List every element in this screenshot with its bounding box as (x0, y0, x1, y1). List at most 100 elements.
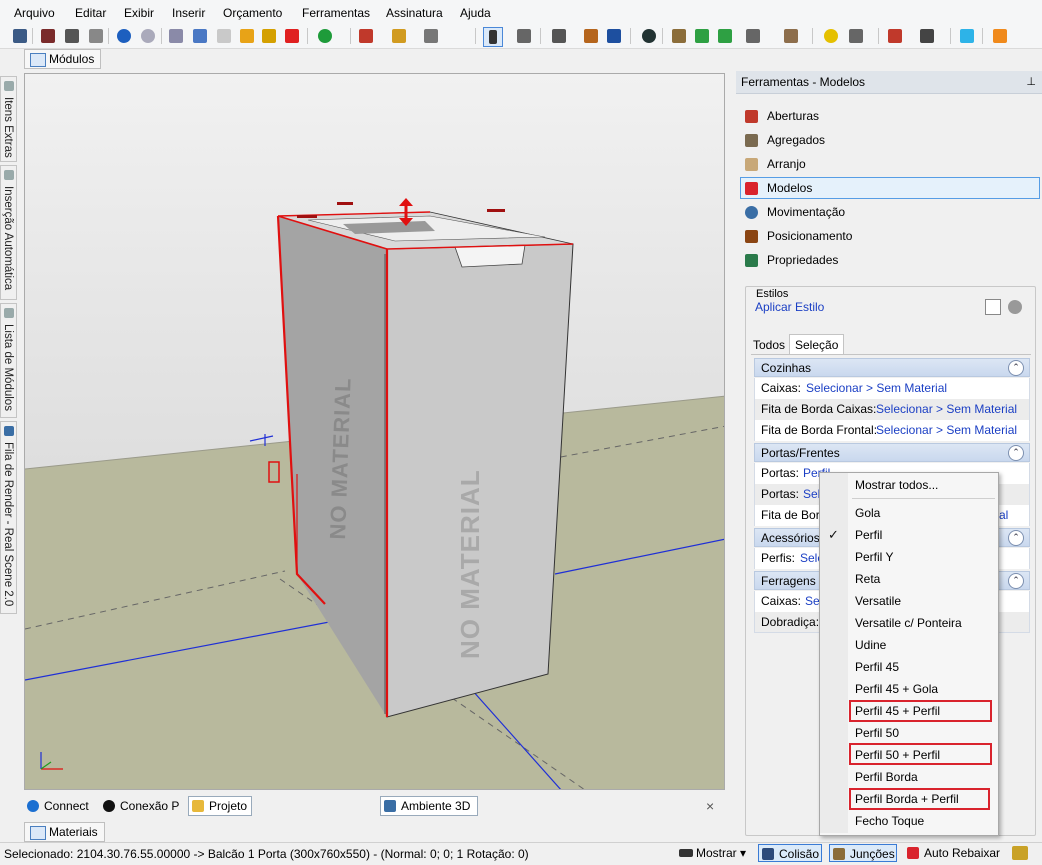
dropdown-item-perfil[interactable]: ✓ Perfil (820, 524, 996, 546)
list-icon[interactable] (918, 27, 936, 45)
view-3d-icon[interactable] (605, 27, 623, 45)
menu-inserir[interactable]: Inserir (172, 6, 205, 20)
tool-agregados[interactable]: Agregados (740, 129, 1040, 151)
side-tab-insercao-automatica[interactable]: Inserção Automática (0, 165, 17, 300)
dropdown-item-perfil-borda[interactable]: Perfil Borda (820, 766, 996, 788)
render-icon[interactable] (39, 27, 57, 45)
collapse-icon[interactable]: ⌃ (1008, 530, 1024, 546)
fita-borda-portas-link[interactable]: al (999, 505, 1008, 526)
tab-todos[interactable]: Todos (753, 338, 785, 352)
measure-icon[interactable] (515, 27, 533, 45)
shape-icon[interactable] (422, 27, 440, 45)
tab-connect[interactable]: Connect (24, 797, 93, 815)
delete-icon[interactable] (283, 27, 301, 45)
arrow-right-icon[interactable] (716, 27, 734, 45)
panel-title-bar: Ferramentas - Modelos ⊥ (736, 71, 1042, 94)
tab-conexao[interactable]: Conexão P (100, 797, 183, 815)
aplicar-estilo-link[interactable]: Aplicar Estilo (755, 300, 824, 314)
colisao-toggle[interactable]: Colisão (758, 844, 822, 862)
walk-icon[interactable] (670, 27, 688, 45)
dropdown-item-versatile-ponteira[interactable]: Versatile c/ Ponteira (820, 612, 996, 634)
dropdown-item-perfil-y[interactable]: Perfil Y (820, 546, 996, 568)
new-style-icon[interactable] (985, 299, 1001, 315)
cut-icon[interactable] (167, 27, 185, 45)
render-queue-icon (4, 426, 14, 436)
dropdown-item-perfil-45-gola[interactable]: Perfil 45 + Gola (820, 678, 996, 700)
menu-exibir[interactable]: Exibir (124, 6, 154, 20)
dropdown-item-gola[interactable]: Gola (820, 502, 996, 524)
group-cozinhas[interactable]: Cozinhas ⌃ (754, 358, 1030, 377)
dropdown-item-perfil-45[interactable]: Perfil 45 (820, 656, 996, 678)
paste-icon[interactable] (215, 27, 233, 45)
side-tab-lista-modulos[interactable]: Lista de Módulos (0, 303, 17, 418)
light-icon[interactable] (822, 27, 840, 45)
menu-orcamento[interactable]: Orçamento (223, 6, 282, 20)
caixas-value-link[interactable]: Selecionar > Sem Material (806, 378, 947, 399)
print-icon[interactable] (87, 27, 105, 45)
tab-modulos[interactable]: Módulos (24, 49, 102, 69)
paint-roller-icon[interactable] (260, 27, 278, 45)
save-icon[interactable] (11, 27, 29, 45)
dropdown-item-perfil-50[interactable]: Perfil 50 (820, 722, 996, 744)
side-tab-itens-extras[interactable]: Itens Extras (0, 76, 17, 162)
collapse-icon[interactable]: ⌃ (1008, 445, 1024, 461)
pin-icon[interactable]: ⊥ (1026, 71, 1036, 93)
dimension-icon[interactable] (582, 27, 600, 45)
layout-icon[interactable] (357, 27, 375, 45)
dropdown-show-all[interactable]: Mostrar todos... (820, 474, 996, 496)
redo-icon[interactable] (139, 27, 157, 45)
arrow-left-icon[interactable] (693, 27, 711, 45)
auto-rebaixar-icon (907, 847, 919, 859)
menu-arquivo[interactable]: Arquivo (14, 6, 55, 20)
chat-icon[interactable] (958, 27, 976, 45)
collapse-icon[interactable]: ⌃ (1008, 573, 1024, 589)
highlight-box (849, 700, 992, 722)
eye-icon[interactable] (640, 27, 658, 45)
tool-modelos[interactable]: Modelos (740, 177, 1040, 199)
juncoes-toggle[interactable]: Junções (829, 844, 897, 862)
tool-posicionamento[interactable]: Posicionamento (740, 225, 1040, 247)
gear-icon[interactable] (1008, 300, 1022, 314)
close-tab-button[interactable]: × (706, 797, 714, 815)
print-preview-icon[interactable] (63, 27, 81, 45)
user-icon[interactable] (991, 27, 1009, 45)
dropdown-item-fecho-toque[interactable]: Fecho Toque (820, 810, 996, 832)
dropdown-item-reta[interactable]: Reta (820, 568, 996, 590)
budget-icon[interactable] (316, 27, 334, 45)
camera-icon[interactable] (847, 27, 865, 45)
tool-arranjo[interactable]: Arranjo (740, 153, 1040, 175)
menu-ferramentas[interactable]: Ferramentas (302, 6, 370, 20)
wrench-icon[interactable] (1012, 846, 1028, 860)
tool-propriedades[interactable]: Propriedades (740, 249, 1040, 271)
tool-aberturas[interactable]: Aberturas (740, 105, 1040, 127)
undo-icon[interactable] (115, 27, 133, 45)
3d-viewport[interactable]: NO MATERIAL NO MATERIAL (24, 73, 725, 790)
fita-borda-frontal-link[interactable]: Selecionar > Sem Material (876, 420, 1017, 441)
tab-ambiente-3d[interactable]: Ambiente 3D (380, 796, 478, 816)
toolbar (0, 24, 1042, 49)
menu-editar[interactable]: Editar (75, 6, 106, 20)
menu-ajuda[interactable]: Ajuda (460, 6, 491, 20)
select-pointer-icon[interactable] (483, 27, 503, 47)
dropdown-item-udine[interactable]: Udine (820, 634, 996, 656)
tab-projeto[interactable]: Projeto (188, 796, 253, 816)
report-icon[interactable] (886, 27, 904, 45)
side-tab-fila-render[interactable]: Fila de Render - Real Scene 2.0 (0, 421, 17, 614)
menu-assinatura[interactable]: Assinatura (386, 6, 443, 20)
layers-icon[interactable] (550, 27, 568, 45)
auto-insert-icon (4, 170, 14, 180)
aberturas-icon (745, 110, 758, 123)
auto-rebaixar-toggle[interactable]: Auto Rebaixar (904, 844, 1024, 862)
box-icon[interactable] (782, 27, 800, 45)
tab-materiais[interactable]: Materiais (24, 822, 105, 842)
dropdown-item-versatile[interactable]: Versatile (820, 590, 996, 612)
fita-borda-caixas-link[interactable]: Selecionar > Sem Material (876, 399, 1017, 420)
tool-movimentacao[interactable]: Movimentação (740, 201, 1040, 223)
group-portas-frentes[interactable]: Portas/Frentes ⌃ (754, 443, 1030, 462)
module-group-icon[interactable] (390, 27, 408, 45)
tab-selecao[interactable]: Seleção (789, 334, 845, 355)
view-cube-icon[interactable] (744, 27, 762, 45)
copy-icon[interactable] (191, 27, 209, 45)
hammer-icon[interactable] (238, 27, 256, 45)
collapse-icon[interactable]: ⌃ (1008, 360, 1024, 376)
